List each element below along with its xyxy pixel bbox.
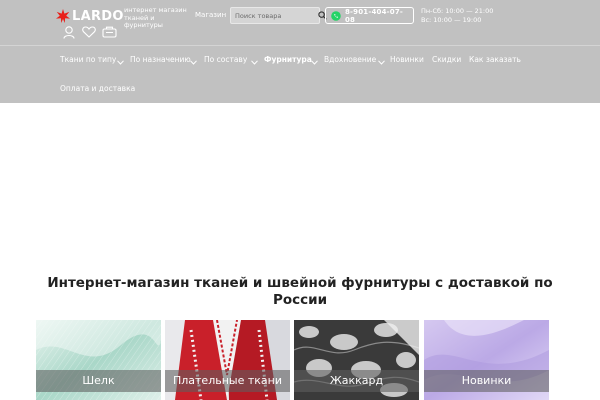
- chevron-down-icon[interactable]: [117, 60, 124, 65]
- shop-link[interactable]: Магазин: [195, 11, 226, 19]
- user-icon[interactable]: [63, 25, 75, 39]
- category-card-dress-fabrics[interactable]: Плательные ткани: [165, 320, 290, 400]
- working-hours: Пн-Сб: 10:00 — 21:00 Вс: 10:00 — 19:00: [421, 7, 493, 24]
- nav-item-fabrics-by-type[interactable]: Ткани по типу: [60, 55, 116, 64]
- nav-item-hardware[interactable]: Фурнитура: [264, 55, 312, 64]
- phone-number: 8-901-404-07-08: [344, 7, 404, 24]
- chevron-down-icon[interactable]: [251, 60, 258, 65]
- logo-text: LARDO: [72, 8, 124, 24]
- nav-item-discounts[interactable]: Скидки: [432, 55, 461, 64]
- heart-icon[interactable]: [82, 26, 96, 38]
- hours-sunday: Вс: 10:00 — 19:00: [421, 15, 482, 24]
- category-card-jacquard[interactable]: Жаккард: [294, 320, 419, 400]
- category-card-silk[interactable]: Шелк: [36, 320, 161, 400]
- header-icons: [63, 25, 117, 39]
- category-label: Плательные ткани: [165, 370, 290, 392]
- cart-icon[interactable]: [102, 26, 117, 38]
- nav-item-by-purpose[interactable]: По назначению: [130, 55, 191, 64]
- nav-item-how-to-order[interactable]: Как заказать: [469, 55, 521, 64]
- category-label: Жаккард: [294, 370, 419, 392]
- nav-item-inspiration[interactable]: Вдохновение: [324, 55, 376, 64]
- tagline: интернет магазин тканей и фурнитуры: [124, 6, 187, 30]
- chevron-down-icon[interactable]: [311, 60, 318, 65]
- logo[interactable]: LARDO: [56, 8, 124, 24]
- chevron-down-icon[interactable]: [378, 60, 385, 65]
- phone-button[interactable]: 8-901-404-07-08: [325, 7, 414, 24]
- category-label: Новинки: [424, 370, 549, 392]
- category-card-new[interactable]: Новинки: [424, 320, 549, 400]
- nav-item-by-composition[interactable]: По составу: [204, 55, 247, 64]
- hours-weekdays: Пн-Сб: 10:00 — 21:00: [421, 7, 494, 15]
- chevron-down-icon[interactable]: [190, 60, 197, 65]
- logo-star-icon: [56, 9, 70, 23]
- page-headline: Интернет-магазин тканей и швейной фурнит…: [47, 275, 553, 308]
- nav-item-new[interactable]: Новинки: [390, 55, 424, 64]
- header-divider: [0, 45, 600, 46]
- whatsapp-icon: [331, 10, 341, 21]
- site-header: LARDO интернет магазин тканей и фурнитур…: [0, 0, 600, 103]
- nav-item-payment-delivery[interactable]: Оплата и доставка: [60, 84, 135, 93]
- category-label: Шелк: [36, 370, 161, 392]
- search-input[interactable]: [230, 7, 320, 24]
